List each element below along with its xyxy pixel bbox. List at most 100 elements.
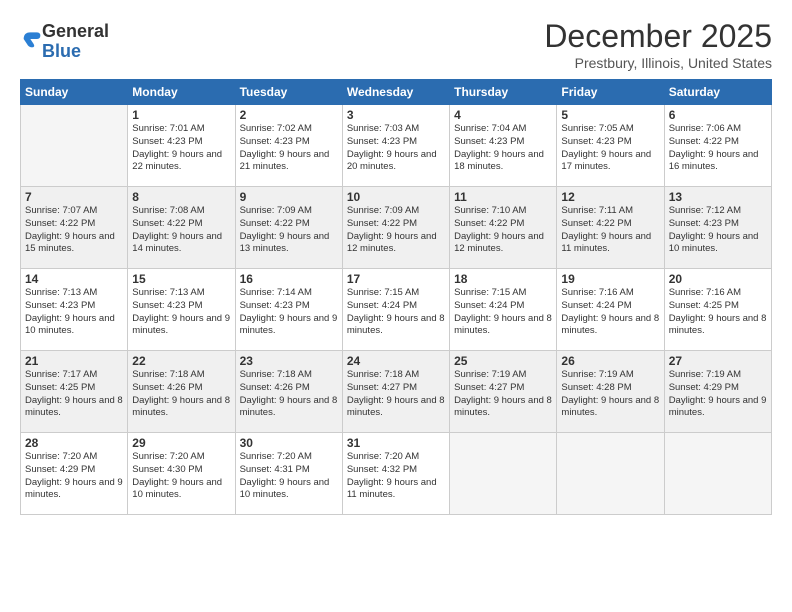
day-info: Sunrise: 7:20 AMSunset: 4:30 PMDaylight:… (132, 451, 230, 502)
day-number: 4 (454, 108, 552, 122)
location: Prestbury, Illinois, United States (544, 55, 772, 71)
day-number: 5 (561, 108, 659, 122)
calendar-cell: 5Sunrise: 7:05 AMSunset: 4:23 PMDaylight… (557, 105, 664, 187)
day-number: 23 (240, 354, 338, 368)
calendar-cell (450, 433, 557, 515)
calendar-cell: 30Sunrise: 7:20 AMSunset: 4:31 PMDayligh… (235, 433, 342, 515)
calendar-cell: 26Sunrise: 7:19 AMSunset: 4:28 PMDayligh… (557, 351, 664, 433)
calendar-header-wednesday: Wednesday (342, 80, 449, 105)
day-number: 3 (347, 108, 445, 122)
day-info: Sunrise: 7:10 AMSunset: 4:22 PMDaylight:… (454, 205, 552, 256)
day-number: 29 (132, 436, 230, 450)
day-info: Sunrise: 7:14 AMSunset: 4:23 PMDaylight:… (240, 287, 338, 338)
day-info: Sunrise: 7:19 AMSunset: 4:27 PMDaylight:… (454, 369, 552, 420)
day-number: 16 (240, 272, 338, 286)
day-number: 7 (25, 190, 123, 204)
calendar-cell: 2Sunrise: 7:02 AMSunset: 4:23 PMDaylight… (235, 105, 342, 187)
day-number: 10 (347, 190, 445, 204)
calendar-cell: 15Sunrise: 7:13 AMSunset: 4:23 PMDayligh… (128, 269, 235, 351)
day-number: 2 (240, 108, 338, 122)
day-info: Sunrise: 7:18 AMSunset: 4:26 PMDaylight:… (132, 369, 230, 420)
day-info: Sunrise: 7:13 AMSunset: 4:23 PMDaylight:… (25, 287, 123, 338)
day-info: Sunrise: 7:04 AMSunset: 4:23 PMDaylight:… (454, 123, 552, 174)
day-info: Sunrise: 7:16 AMSunset: 4:25 PMDaylight:… (669, 287, 767, 338)
calendar-cell: 27Sunrise: 7:19 AMSunset: 4:29 PMDayligh… (664, 351, 771, 433)
calendar-cell: 18Sunrise: 7:15 AMSunset: 4:24 PMDayligh… (450, 269, 557, 351)
calendar-week-row: 21Sunrise: 7:17 AMSunset: 4:25 PMDayligh… (21, 351, 772, 433)
day-number: 11 (454, 190, 552, 204)
month-title: December 2025 (544, 18, 772, 55)
calendar-cell (21, 105, 128, 187)
day-info: Sunrise: 7:18 AMSunset: 4:26 PMDaylight:… (240, 369, 338, 420)
calendar-header-monday: Monday (128, 80, 235, 105)
calendar-cell: 16Sunrise: 7:14 AMSunset: 4:23 PMDayligh… (235, 269, 342, 351)
calendar-cell: 3Sunrise: 7:03 AMSunset: 4:23 PMDaylight… (342, 105, 449, 187)
calendar-header-thursday: Thursday (450, 80, 557, 105)
calendar-cell: 14Sunrise: 7:13 AMSunset: 4:23 PMDayligh… (21, 269, 128, 351)
logo: General Blue (20, 22, 109, 62)
calendar-cell: 10Sunrise: 7:09 AMSunset: 4:22 PMDayligh… (342, 187, 449, 269)
day-number: 14 (25, 272, 123, 286)
logo-blue-text: Blue (42, 41, 81, 61)
logo-icon (22, 29, 42, 49)
day-number: 28 (25, 436, 123, 450)
calendar-cell: 11Sunrise: 7:10 AMSunset: 4:22 PMDayligh… (450, 187, 557, 269)
calendar-cell (557, 433, 664, 515)
calendar: SundayMondayTuesdayWednesdayThursdayFrid… (20, 79, 772, 515)
day-number: 8 (132, 190, 230, 204)
day-info: Sunrise: 7:20 AMSunset: 4:29 PMDaylight:… (25, 451, 123, 502)
day-info: Sunrise: 7:13 AMSunset: 4:23 PMDaylight:… (132, 287, 230, 338)
calendar-week-row: 28Sunrise: 7:20 AMSunset: 4:29 PMDayligh… (21, 433, 772, 515)
day-number: 25 (454, 354, 552, 368)
day-number: 31 (347, 436, 445, 450)
day-info: Sunrise: 7:16 AMSunset: 4:24 PMDaylight:… (561, 287, 659, 338)
calendar-cell: 21Sunrise: 7:17 AMSunset: 4:25 PMDayligh… (21, 351, 128, 433)
day-number: 17 (347, 272, 445, 286)
calendar-header-row: SundayMondayTuesdayWednesdayThursdayFrid… (21, 80, 772, 105)
day-info: Sunrise: 7:17 AMSunset: 4:25 PMDaylight:… (25, 369, 123, 420)
calendar-cell: 31Sunrise: 7:20 AMSunset: 4:32 PMDayligh… (342, 433, 449, 515)
day-number: 15 (132, 272, 230, 286)
calendar-week-row: 7Sunrise: 7:07 AMSunset: 4:22 PMDaylight… (21, 187, 772, 269)
calendar-week-row: 1Sunrise: 7:01 AMSunset: 4:23 PMDaylight… (21, 105, 772, 187)
day-info: Sunrise: 7:20 AMSunset: 4:31 PMDaylight:… (240, 451, 338, 502)
day-info: Sunrise: 7:12 AMSunset: 4:23 PMDaylight:… (669, 205, 767, 256)
calendar-cell: 12Sunrise: 7:11 AMSunset: 4:22 PMDayligh… (557, 187, 664, 269)
day-number: 1 (132, 108, 230, 122)
day-info: Sunrise: 7:18 AMSunset: 4:27 PMDaylight:… (347, 369, 445, 420)
day-info: Sunrise: 7:11 AMSunset: 4:22 PMDaylight:… (561, 205, 659, 256)
calendar-cell: 8Sunrise: 7:08 AMSunset: 4:22 PMDaylight… (128, 187, 235, 269)
day-info: Sunrise: 7:01 AMSunset: 4:23 PMDaylight:… (132, 123, 230, 174)
day-info: Sunrise: 7:05 AMSunset: 4:23 PMDaylight:… (561, 123, 659, 174)
day-number: 22 (132, 354, 230, 368)
day-number: 12 (561, 190, 659, 204)
calendar-cell: 23Sunrise: 7:18 AMSunset: 4:26 PMDayligh… (235, 351, 342, 433)
day-info: Sunrise: 7:15 AMSunset: 4:24 PMDaylight:… (347, 287, 445, 338)
title-block: December 2025 Prestbury, Illinois, Unite… (544, 18, 772, 71)
day-number: 6 (669, 108, 767, 122)
day-number: 9 (240, 190, 338, 204)
logo-general-text: General (42, 21, 109, 41)
calendar-cell: 20Sunrise: 7:16 AMSunset: 4:25 PMDayligh… (664, 269, 771, 351)
day-number: 19 (561, 272, 659, 286)
calendar-cell: 24Sunrise: 7:18 AMSunset: 4:27 PMDayligh… (342, 351, 449, 433)
day-number: 13 (669, 190, 767, 204)
day-info: Sunrise: 7:09 AMSunset: 4:22 PMDaylight:… (240, 205, 338, 256)
header: General Blue December 2025 Prestbury, Il… (20, 18, 772, 71)
day-number: 26 (561, 354, 659, 368)
calendar-cell: 9Sunrise: 7:09 AMSunset: 4:22 PMDaylight… (235, 187, 342, 269)
page: General Blue December 2025 Prestbury, Il… (0, 0, 792, 612)
day-info: Sunrise: 7:02 AMSunset: 4:23 PMDaylight:… (240, 123, 338, 174)
day-info: Sunrise: 7:09 AMSunset: 4:22 PMDaylight:… (347, 205, 445, 256)
day-number: 24 (347, 354, 445, 368)
calendar-cell: 28Sunrise: 7:20 AMSunset: 4:29 PMDayligh… (21, 433, 128, 515)
calendar-header-saturday: Saturday (664, 80, 771, 105)
calendar-cell: 7Sunrise: 7:07 AMSunset: 4:22 PMDaylight… (21, 187, 128, 269)
calendar-cell: 1Sunrise: 7:01 AMSunset: 4:23 PMDaylight… (128, 105, 235, 187)
calendar-cell: 6Sunrise: 7:06 AMSunset: 4:22 PMDaylight… (664, 105, 771, 187)
calendar-cell: 25Sunrise: 7:19 AMSunset: 4:27 PMDayligh… (450, 351, 557, 433)
calendar-cell: 13Sunrise: 7:12 AMSunset: 4:23 PMDayligh… (664, 187, 771, 269)
day-info: Sunrise: 7:07 AMSunset: 4:22 PMDaylight:… (25, 205, 123, 256)
calendar-header-tuesday: Tuesday (235, 80, 342, 105)
calendar-cell: 4Sunrise: 7:04 AMSunset: 4:23 PMDaylight… (450, 105, 557, 187)
